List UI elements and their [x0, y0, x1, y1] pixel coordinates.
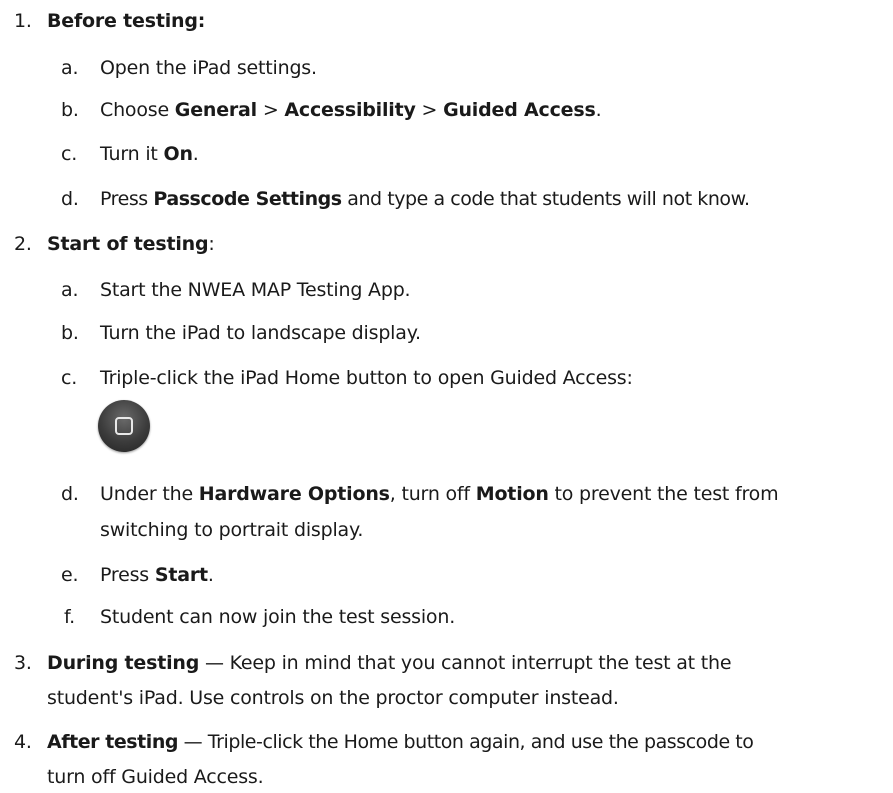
step-heading: Before testing:: [47, 10, 206, 32]
substep-letter: b.: [61, 322, 79, 344]
substep-letter: a.: [61, 279, 79, 301]
step-text-continued: student's iPad. Use controls on the proc…: [47, 687, 619, 709]
substep-letter: d.: [61, 483, 79, 505]
substep-letter: f.: [64, 606, 75, 628]
step-number: 4.: [14, 731, 32, 753]
step-title: After testing: [47, 731, 179, 753]
substep-letter: a.: [61, 57, 79, 79]
step-text-continued: turn off Guided Access.: [47, 766, 264, 788]
substep-text: Open the iPad settings.: [100, 57, 317, 79]
substep-text: Student can now join the test session.: [100, 606, 456, 628]
substep-letter: d.: [61, 188, 79, 210]
step-number: 3.: [14, 652, 32, 674]
substep-letter: e.: [61, 564, 79, 586]
substep-text: Choose General > Accessibility > Guided …: [100, 99, 602, 121]
substep-text: Turn the iPad to landscape display.: [100, 322, 421, 344]
substep-text: Under the Hardware Options, turn off Mot…: [100, 483, 779, 505]
step-number: 2.: [14, 233, 32, 255]
substep-letter: c.: [61, 367, 78, 389]
step-text: During testing — Keep in mind that you c…: [47, 652, 732, 674]
step-title: During testing: [47, 652, 200, 674]
step-title: Start of testing: [47, 233, 209, 255]
substep-letter: c.: [61, 143, 78, 165]
substep-text: Start the NWEA MAP Testing App.: [100, 279, 411, 301]
substep-letter: b.: [61, 99, 79, 121]
step-text: After testing — Triple-click the Home bu…: [47, 731, 754, 753]
step-heading: Start of testing:: [47, 233, 215, 255]
substep-text: Triple-click the iPad Home button to ope…: [100, 367, 633, 389]
substep-text: Press Passcode Settings and type a code …: [100, 188, 750, 210]
substep-text: Press Start.: [100, 564, 214, 586]
step-title: Before testing: [47, 10, 198, 32]
ipad-home-button-icon: [98, 400, 150, 452]
substep-text: Turn it On.: [100, 143, 199, 165]
substep-text-continued: switching to portrait display.: [100, 519, 364, 541]
step-number: 1.: [14, 10, 32, 32]
